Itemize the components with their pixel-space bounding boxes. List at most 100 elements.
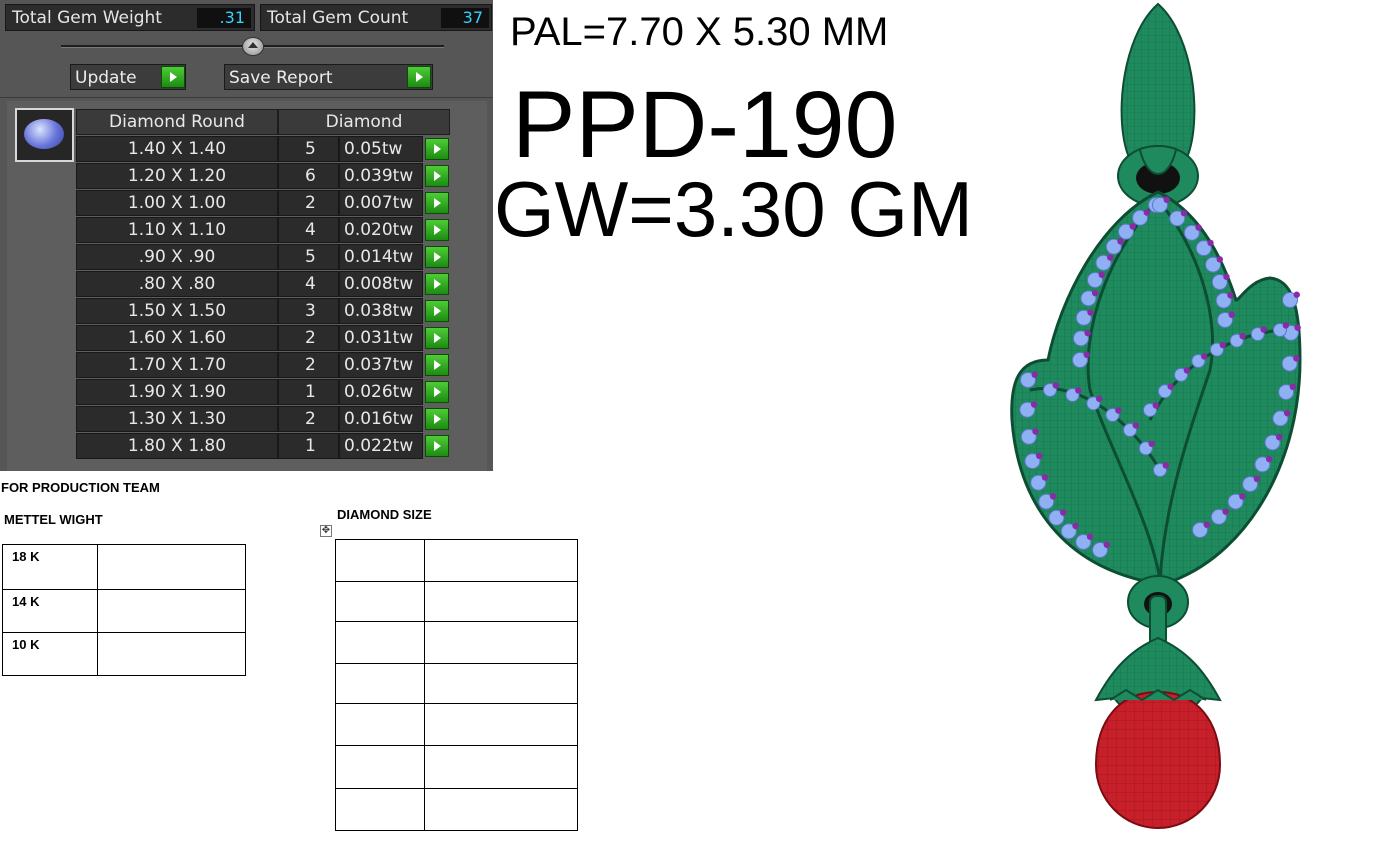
diamond-size-cell[interactable] (335, 663, 425, 704)
prong-dot (1129, 223, 1136, 230)
metal-weight-cell[interactable] (97, 544, 246, 590)
green-arrow-icon[interactable] (407, 66, 431, 88)
prong-dot (1162, 462, 1170, 469)
gem-size-cell: 1.00 X 1.00 (76, 190, 278, 216)
diamond-size-cell[interactable] (335, 621, 425, 664)
prong-dot (1031, 371, 1038, 378)
green-arrow-icon[interactable] (161, 66, 185, 88)
prong-dot (1041, 474, 1049, 481)
prong-dot (1228, 311, 1235, 318)
gem-table-row[interactable]: 1.10 X 1.10 4 0.020tw (76, 217, 450, 243)
prong-dot (1152, 402, 1160, 409)
prong-dot (1103, 541, 1110, 548)
update-button-label: Update (75, 68, 137, 88)
pal-size-text: PAL=7.70 X 5.30 MM (510, 10, 889, 54)
gem-table-row[interactable]: 1.80 X 1.80 1 0.022tw (76, 433, 450, 459)
gem-table-row[interactable]: 1.00 X 1.00 2 0.007tw (76, 190, 450, 216)
oval-gem-icon (24, 119, 64, 149)
table-row (335, 621, 578, 664)
column-header-diamond-round[interactable]: Diamond Round (76, 109, 278, 135)
prong-dot (1091, 289, 1099, 297)
gem-table-row[interactable]: .80 X .80 4 0.008tw (76, 271, 450, 297)
metal-weight-cell[interactable] (97, 632, 246, 676)
table-row (335, 539, 578, 582)
gem-size-cell: 1.90 X 1.90 (76, 379, 278, 405)
save-report-button[interactable]: Save Report (224, 64, 433, 90)
gem-weight-cell: 0.026tw (339, 379, 423, 405)
prong-dot (1294, 324, 1301, 331)
diamond-count-cell[interactable] (424, 663, 578, 704)
gem-thumbnail[interactable] (15, 108, 74, 162)
prong-dot (1086, 533, 1094, 540)
diamond-count-cell[interactable] (424, 581, 578, 622)
table-row (335, 581, 578, 622)
green-arrow-icon[interactable] (425, 165, 449, 187)
green-arrow-icon[interactable] (425, 300, 449, 322)
diamond-count-cell[interactable] (424, 788, 578, 831)
prong-dot (1239, 493, 1246, 500)
prong-dot (1143, 209, 1150, 216)
gem-weight-cell: 0.007tw (339, 190, 423, 216)
prong-dot (1293, 355, 1300, 362)
diamond-count-cell[interactable] (424, 621, 578, 664)
prong-dot (1032, 428, 1039, 435)
prong-dot (1087, 309, 1094, 316)
gem-report-panel: Total Gem Weight .31 Total Gem Count 37 … (0, 0, 493, 471)
green-arrow-icon[interactable] (425, 192, 449, 214)
metal-weight-table: 18 K 14 K 10 K (2, 544, 246, 676)
gem-weight-cell: 0.008tw (339, 271, 423, 297)
gem-table-row[interactable]: 1.60 X 1.60 2 0.031tw (76, 325, 450, 351)
gem-weight-cell: 0.016tw (339, 406, 423, 432)
slider-thumb[interactable] (242, 37, 264, 56)
gem-table-row[interactable]: 1.50 X 1.50 3 0.038tw (76, 298, 450, 324)
metal-karat-label: 18 K (2, 544, 98, 590)
green-arrow-icon[interactable] (425, 408, 449, 430)
green-arrow-icon[interactable] (425, 138, 449, 160)
diamond-size-cell[interactable] (335, 788, 425, 831)
prong-dot (1207, 239, 1214, 247)
green-arrow-icon[interactable] (425, 381, 449, 403)
prong-dot (1260, 326, 1267, 333)
green-arrow-icon[interactable] (425, 435, 449, 457)
gem-table-row[interactable]: 1.30 X 1.30 2 0.016tw (76, 406, 450, 432)
table-row (335, 663, 578, 704)
prong-dot (1035, 452, 1043, 460)
diamond-size-cell[interactable] (335, 745, 425, 789)
diamond-size-cell[interactable] (335, 703, 425, 746)
gem-size-cell: 1.50 X 1.50 (76, 298, 278, 324)
prong-dot (1289, 383, 1297, 391)
gem-weight-cell: 0.020tw (339, 217, 423, 243)
prong-dot (1072, 522, 1079, 530)
gem-size-cell: 1.80 X 1.80 (76, 433, 278, 459)
table-move-icon[interactable]: ✥ (320, 525, 332, 537)
diamond-count-cell[interactable] (424, 703, 578, 746)
gem-size-cell: 1.20 X 1.20 (76, 163, 278, 189)
prong-dot (1253, 475, 1261, 483)
gem-weight-cell: 0.031tw (339, 325, 423, 351)
gem-size-cell: 1.10 X 1.10 (76, 217, 278, 243)
green-arrow-icon[interactable] (425, 273, 449, 295)
prong-dot (1052, 382, 1060, 389)
diamond-count-cell[interactable] (424, 745, 578, 789)
gem-weight-cell: 0.039tw (339, 163, 423, 189)
metal-weight-cell[interactable] (97, 589, 246, 633)
gem-table-row[interactable]: 1.70 X 1.70 2 0.037tw (76, 352, 450, 378)
diamond-size-cell[interactable] (335, 581, 425, 622)
gem-table-row[interactable]: 1.40 X 1.40 5 0.05tw (76, 136, 450, 162)
green-arrow-icon[interactable] (425, 327, 449, 349)
green-arrow-icon[interactable] (425, 219, 449, 241)
gem-table-row[interactable]: 1.90 X 1.90 1 0.026tw (76, 379, 450, 405)
diamond-count-cell[interactable] (424, 539, 578, 582)
column-header-diamond[interactable]: Diamond (278, 109, 450, 135)
gem-table-row[interactable]: 1.20 X 1.20 6 0.039tw (76, 163, 450, 189)
diamond-size-cell[interactable] (335, 539, 425, 582)
green-arrow-icon[interactable] (425, 354, 449, 376)
gem-count-cell: 4 (278, 217, 339, 243)
prong-dot (1283, 409, 1291, 417)
panel-divider (0, 97, 493, 98)
table-row: 18 K (2, 544, 246, 590)
update-button[interactable]: Update (70, 64, 186, 90)
gem-table-row[interactable]: .90 X .90 5 0.014tw (76, 244, 450, 270)
production-heading: FOR PRODUCTION TEAM (1, 480, 160, 495)
green-arrow-icon[interactable] (425, 246, 449, 268)
